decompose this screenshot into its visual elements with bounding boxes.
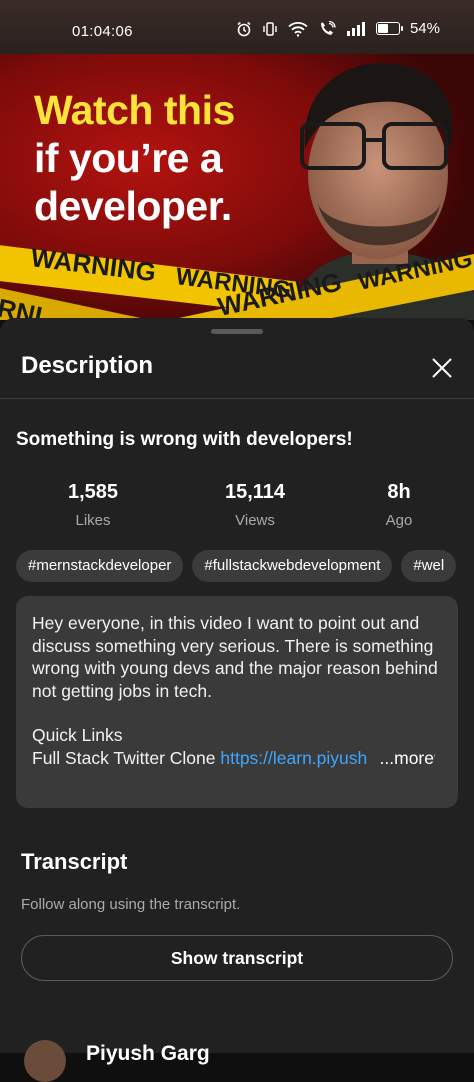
avatar[interactable] bbox=[24, 1040, 66, 1082]
stat-value: 1,585 bbox=[67, 481, 119, 503]
thumbnail-line-3: developer. bbox=[34, 183, 232, 229]
quick-link-line: Full Stack Twitter Clone https://learn.p… bbox=[32, 746, 444, 769]
status-time: 01:04:06 bbox=[72, 23, 133, 40]
channel-name[interactable]: Piyush Garg bbox=[86, 1042, 210, 1066]
stat-label: Likes bbox=[75, 512, 111, 529]
hashtag-chip[interactable]: #wel bbox=[401, 550, 457, 582]
hashtag-chip[interactable]: #mernstackdeveloper bbox=[16, 550, 184, 582]
video-title: Something is wrong with developers! bbox=[16, 429, 353, 450]
transcript-title: Transcript bbox=[21, 849, 128, 874]
show-transcript-button[interactable]: Show transcript bbox=[21, 935, 453, 981]
channel-row[interactable]: Piyush Garg bbox=[24, 1038, 464, 1082]
hashtag-row: #mernstackdeveloper #fullstackwebdevelopm… bbox=[16, 550, 474, 582]
alarm-icon bbox=[236, 21, 252, 37]
battery-icon bbox=[375, 22, 403, 35]
link-label: Full Stack Twitter Clone bbox=[32, 747, 221, 768]
video-thumbnail[interactable]: WARNING WARNING WARNING WARNING RNI Watc… bbox=[0, 54, 474, 320]
description-text: Hey everyone, in this video I want to po… bbox=[32, 612, 444, 769]
stat-label: Ago bbox=[385, 512, 413, 529]
close-icon bbox=[432, 358, 452, 378]
transcript-subtitle: Follow along using the transcript. bbox=[21, 896, 241, 913]
stat-likes: 1,585 Likes bbox=[33, 481, 153, 529]
hashtag-chip[interactable]: #fullstackwebdevelopment bbox=[192, 550, 393, 582]
stat-value: 15,114 bbox=[224, 481, 286, 503]
stat-ago: 8h Ago bbox=[339, 481, 459, 529]
divider bbox=[0, 398, 474, 399]
sheet-title: Description bbox=[21, 352, 154, 379]
more-button[interactable]: ...more bbox=[367, 746, 434, 769]
vibrate-icon bbox=[262, 21, 278, 37]
quick-links-heading: Quick Links bbox=[32, 725, 123, 745]
stat-label: Views bbox=[235, 512, 275, 529]
stat-views: 15,114 Views bbox=[195, 481, 315, 529]
thumbnail-headline: Watch this if you’re a developer. bbox=[34, 86, 294, 230]
close-button[interactable] bbox=[424, 350, 460, 386]
status-bar: 01:04:06 54% bbox=[0, 0, 474, 54]
wifi-call-icon bbox=[318, 20, 336, 37]
battery-percent: 54% bbox=[409, 20, 440, 37]
drag-handle[interactable] bbox=[211, 329, 263, 334]
description-paragraph: Hey everyone, in this video I want to po… bbox=[32, 613, 438, 701]
thumbnail-line-2: if you’re a bbox=[34, 135, 223, 181]
status-icons: 54% bbox=[236, 20, 440, 37]
thumbnail-line-1: Watch this bbox=[34, 87, 235, 133]
wifi-icon bbox=[288, 21, 308, 37]
stat-value: 8h bbox=[387, 481, 411, 503]
description-box[interactable]: Hey everyone, in this video I want to po… bbox=[16, 596, 458, 808]
description-sheet: Description Something is wrong with deve… bbox=[0, 318, 474, 1082]
signal-icon bbox=[346, 21, 366, 37]
